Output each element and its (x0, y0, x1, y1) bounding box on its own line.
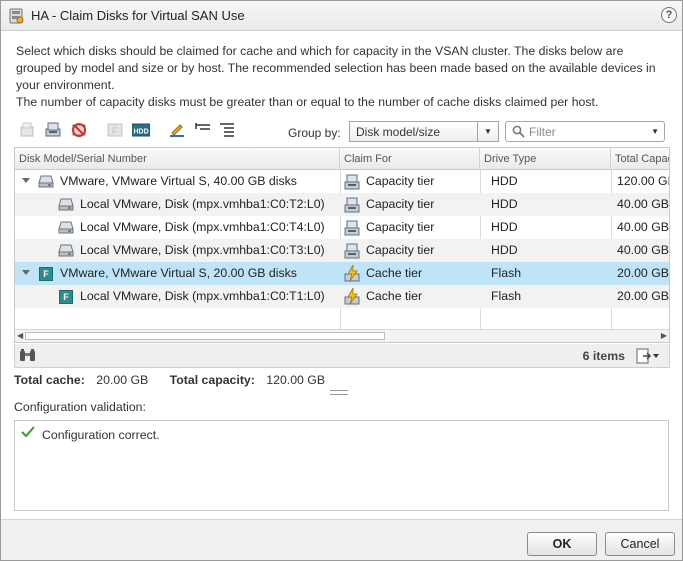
claim-for-cell[interactable]: Capacity tier (366, 170, 478, 193)
checkmark-icon (21, 426, 35, 438)
disk-group-row[interactable]: VMware, VMware Virtual S, 40.00 GB disks… (15, 170, 669, 193)
disk-group-row[interactable]: F VMware, VMware Virtual S, 20.00 GB disk… (15, 262, 669, 285)
disk-name-cell: VMware, VMware Virtual S, 20.00 GB disks (60, 266, 297, 280)
mark-hdd-icon[interactable]: HDD (132, 121, 150, 139)
title-bar[interactable]: HA - Claim Disks for Virtual SAN Use ? (1, 1, 682, 31)
claim-capacity-icon[interactable] (44, 121, 62, 139)
scroll-left-icon[interactable]: ◀ (17, 331, 23, 340)
expand-all-icon[interactable] (218, 121, 236, 139)
disk-name-cell: Local VMware, Disk (mpx.vmhba1:C0:T2:L0) (80, 197, 325, 211)
cache-tier-icon (344, 265, 360, 282)
disk-grid: Disk Model/Serial Number Claim For Drive… (14, 147, 670, 343)
claim-for-cell[interactable]: Capacity tier (366, 239, 478, 262)
do-not-claim-icon[interactable] (70, 121, 88, 139)
claim-for-cell[interactable]: Capacity tier (366, 216, 478, 239)
chevron-down-icon[interactable]: ▼ (477, 122, 498, 141)
drive-type-cell: HDD (491, 220, 518, 234)
filter-chevron-down-icon[interactable]: ▼ (651, 127, 659, 136)
scroll-right-icon[interactable]: ▶ (661, 331, 667, 340)
total-capacity-cell: 40.00 GB (617, 220, 669, 234)
totals-summary: Total cache: 20.00 GB Total capacity: 12… (14, 373, 325, 387)
disk-row[interactable]: F Local VMware, Disk (mpx.vmhba1:C0:T1:L0… (15, 285, 669, 308)
claim-for-cell[interactable]: Cache tier (366, 262, 478, 285)
collapse-all-icon[interactable] (194, 121, 212, 139)
validation-message: Configuration correct. (42, 428, 160, 442)
total-capacity-cell: 40.00 GB (617, 197, 669, 211)
group-by-label: Group by: (288, 126, 341, 140)
group-by-value: Disk model/size (356, 125, 441, 139)
total-cache-label: Total cache: (14, 373, 85, 387)
disk-name-cell: VMware, VMware Virtual S, 40.00 GB disks (60, 174, 297, 188)
flash-disk-icon: F (59, 290, 73, 304)
total-capacity-cell: 20.00 GB (617, 289, 669, 303)
capacity-tier-icon (344, 174, 360, 190)
export-icon[interactable] (635, 348, 661, 364)
total-capacity-value: 120.00 GB (266, 373, 326, 387)
column-header-disk[interactable]: Disk Model/Serial Number (15, 148, 340, 170)
mark-flash-disabled-icon[interactable]: F (106, 121, 124, 139)
cancel-button[interactable]: Cancel (605, 532, 675, 556)
item-count: 6 items (582, 349, 625, 363)
disk-name-cell: Local VMware, Disk (mpx.vmhba1:C0:T1:L0) (80, 289, 325, 303)
pane-splitter[interactable] (330, 390, 348, 395)
cache-tier-icon (344, 288, 360, 305)
scrollbar-thumb[interactable] (25, 332, 385, 340)
drive-type-cell: HDD (491, 174, 518, 188)
group-by-select[interactable]: Disk model/size ▼ (349, 121, 499, 142)
disk-row[interactable]: Local VMware, Disk (mpx.vmhba1:C0:T3:L0)… (15, 239, 669, 262)
disk-toolbar: F HDD Group by: Disk model/size ▼ Filter… (16, 119, 671, 142)
vsan-cluster-icon (9, 8, 24, 24)
rescan-icon[interactable] (168, 121, 186, 139)
expand-toggle-icon[interactable] (22, 178, 30, 183)
total-cache-value: 20.00 GB (96, 373, 149, 387)
capacity-tier-icon (344, 220, 360, 236)
hdd-disk-icon (38, 175, 54, 188)
drive-type-cell: HDD (491, 243, 518, 257)
drive-type-cell: Flash (491, 266, 522, 280)
filter-placeholder: Filter (529, 125, 556, 139)
svg-text:HDD: HDD (134, 129, 149, 136)
dialog-description: Select which disks should be claimed for… (16, 43, 671, 111)
svg-text:F: F (112, 126, 118, 136)
column-header-drive-type[interactable]: Drive Type (480, 148, 611, 170)
capacity-tier-icon (344, 197, 360, 213)
disk-name-cell: Local VMware, Disk (mpx.vmhba1:C0:T3:L0) (80, 243, 325, 257)
description-line-2: The number of capacity disks must be gre… (16, 95, 599, 109)
claim-all-disabled-icon[interactable] (18, 121, 36, 139)
drive-type-cell: HDD (491, 197, 518, 211)
validation-label: Configuration validation: (14, 400, 146, 414)
grid-header: Disk Model/Serial Number Claim For Drive… (15, 148, 669, 170)
grid-footer: 6 items (14, 344, 670, 368)
hdd-disk-icon (58, 221, 74, 234)
claim-disks-dialog: HA - Claim Disks for Virtual SAN Use ? S… (0, 0, 683, 561)
description-line-1: Select which disks should be claimed for… (16, 44, 656, 92)
filter-input[interactable]: Filter ▼ (505, 121, 665, 142)
total-capacity-cell: 40.00 GB (617, 243, 669, 257)
capacity-tier-icon (344, 243, 360, 259)
help-icon[interactable]: ? (661, 7, 677, 23)
disk-row[interactable]: Local VMware, Disk (mpx.vmhba1:C0:T2:L0)… (15, 193, 669, 216)
claim-for-cell[interactable]: Cache tier (366, 285, 478, 308)
expand-toggle-icon[interactable] (22, 270, 30, 275)
dialog-button-bar: OK Cancel (1, 519, 682, 560)
horizontal-scrollbar[interactable]: ◀ ▶ (15, 329, 669, 342)
flash-disk-icon: F (39, 267, 53, 281)
drive-type-cell: Flash (491, 289, 522, 303)
total-capacity-cell: 120.00 GB (617, 174, 669, 188)
disk-row[interactable]: Local VMware, Disk (mpx.vmhba1:C0:T4:L0)… (15, 216, 669, 239)
hdd-disk-icon (58, 198, 74, 211)
dialog-title: HA - Claim Disks for Virtual SAN Use (31, 8, 245, 23)
binoculars-icon[interactable] (19, 348, 36, 363)
hdd-disk-icon (58, 244, 74, 257)
validation-panel: Configuration correct. (14, 420, 669, 511)
column-header-claim-for[interactable]: Claim For (340, 148, 480, 170)
claim-for-cell[interactable]: Capacity tier (366, 193, 478, 216)
ok-button[interactable]: OK (527, 532, 597, 556)
total-capacity-cell: 20.00 GB (617, 266, 669, 280)
column-header-total-capacity[interactable]: Total Capacity (611, 148, 669, 170)
total-capacity-label: Total capacity: (169, 373, 255, 387)
disk-name-cell: Local VMware, Disk (mpx.vmhba1:C0:T4:L0) (80, 220, 325, 234)
search-icon (512, 125, 525, 138)
